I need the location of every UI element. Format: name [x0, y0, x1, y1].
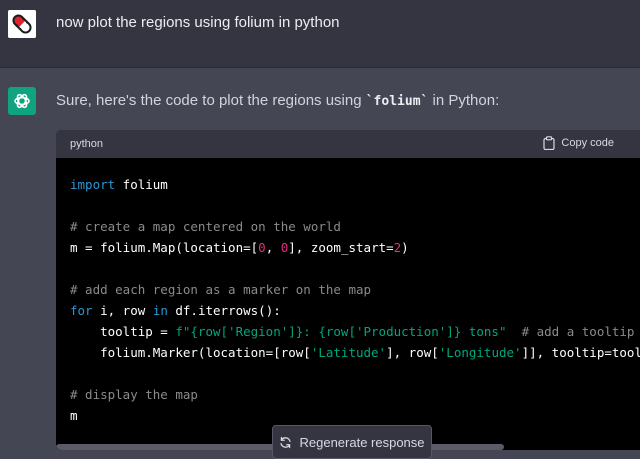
code-line: m	[70, 406, 78, 426]
code-token: f"{row['Region']}: {row['Production']} t…	[175, 324, 507, 339]
code-token: import	[70, 177, 116, 192]
user-message-row: now plot the regions using folium in pyt…	[0, 0, 640, 68]
code-token: i, row	[92, 303, 153, 318]
code-token: 'Longitude'	[438, 345, 522, 360]
code-language-label: python	[70, 138, 104, 150]
code-token: m = folium.Map(location=[	[70, 240, 259, 255]
code-token: folium	[115, 177, 168, 192]
code-line: # add each region as a marker on the map	[70, 280, 371, 300]
copy-code-button[interactable]: Copy code	[543, 136, 614, 150]
code-block: python Copy code import folium # create a…	[56, 130, 640, 450]
user-message-text: now plot the regions using folium in pyt…	[56, 14, 340, 31]
code-token: ], row[	[386, 345, 439, 360]
code-token: )	[401, 240, 409, 255]
regenerate-response-button[interactable]: Regenerate response	[272, 425, 432, 459]
intro-suffix: in Python:	[428, 92, 500, 109]
code-token: 'Latitude'	[310, 345, 387, 360]
pill-capsule-icon	[8, 10, 36, 38]
code-token: in	[152, 303, 168, 318]
code-token: # add each region as a marker on the map	[70, 282, 372, 297]
assistant-avatar	[8, 87, 36, 115]
code-token: # display the map	[70, 387, 198, 402]
code-token: tooltip =	[70, 324, 176, 339]
code-token: ,	[265, 240, 281, 255]
code-token: 0	[258, 240, 266, 255]
code-line: tooltip = f"{row['Region']}: {row['Produ…	[70, 322, 634, 342]
clipboard-icon	[543, 136, 556, 150]
code-line: for i, row in df.iterrows():	[70, 301, 281, 321]
code-line: # create a map centered on the world	[70, 217, 341, 237]
code-block-header: python Copy code	[56, 130, 640, 158]
code-token: # create a map centered on the world	[70, 219, 341, 234]
assistant-intro-text: Sure, here's the code to plot the region…	[56, 92, 499, 109]
code-line: # display the map	[70, 385, 198, 405]
openai-logo-icon	[14, 93, 30, 109]
code-token: df.iterrows():	[167, 303, 281, 318]
code-line: folium.Marker(location=[row['Latitude'],…	[70, 343, 640, 363]
intro-inline-code: `folium`	[365, 94, 429, 109]
copy-code-label: Copy code	[561, 137, 614, 149]
intro-prefix: Sure, here's the code to plot the region…	[56, 92, 366, 109]
code-line: m = folium.Map(location=[0, 0], zoom_sta…	[70, 238, 409, 258]
code-line: import folium	[70, 175, 168, 195]
regenerate-label: Regenerate response	[299, 434, 425, 450]
code-token: # add a tooltip	[521, 324, 635, 339]
code-token: ], zoom_start=	[288, 240, 394, 255]
user-avatar	[8, 10, 36, 38]
code-token: m	[70, 408, 78, 423]
code-token: folium.Marker(location=[row[	[70, 345, 311, 360]
code-token: ]], tooltip=tool	[521, 345, 640, 360]
refresh-icon	[280, 436, 292, 448]
code-token: for	[70, 303, 93, 318]
